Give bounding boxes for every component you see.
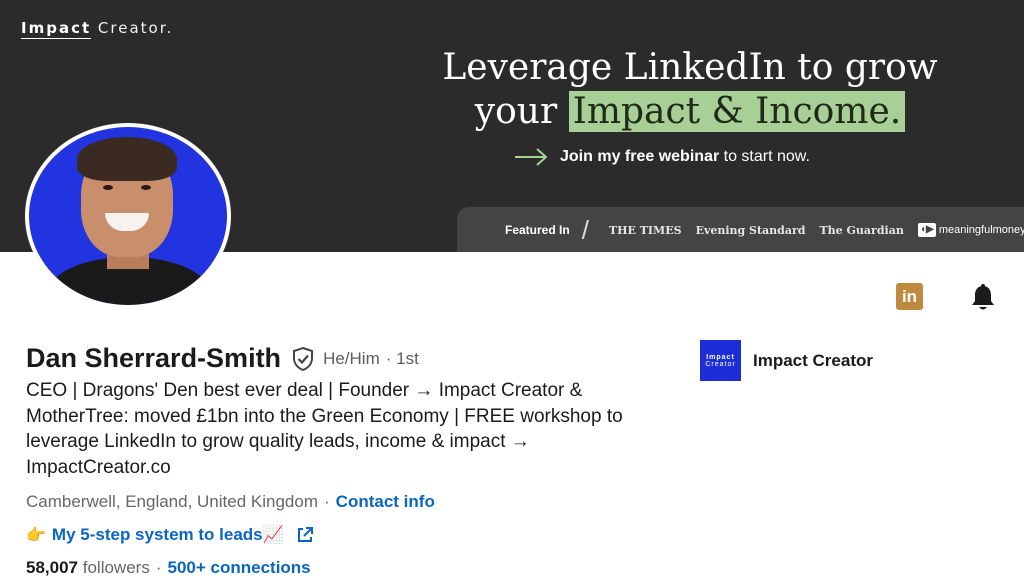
website-link[interactable]: My 5-step system to leads📈 xyxy=(52,525,284,545)
banner-headline-line1: Leverage LinkedIn to grow xyxy=(442,47,938,88)
banner-headline-prefix: your xyxy=(474,91,569,132)
linkedin-icon[interactable]: in xyxy=(896,283,923,310)
brand-logo-part2: Creator. xyxy=(91,19,174,37)
meaningfulmoney-icon: ◖▶ xyxy=(917,223,936,237)
banner-headline: Leverage LinkedIn to grow your Impact & … xyxy=(420,46,960,134)
company-logo-line2: Creator xyxy=(705,360,736,368)
company-entry[interactable]: Impact Creator Impact Creator xyxy=(700,340,873,381)
publication-meaningfulmoney-label: meaningfulmoney xyxy=(938,224,1024,236)
divider-slash: / xyxy=(581,214,589,245)
profile-location: Camberwell, England, United Kingdom xyxy=(26,492,318,511)
location-row: Camberwell, England, United Kingdom · Co… xyxy=(26,492,435,512)
avatar-eye-right xyxy=(141,185,151,190)
banner-cta-bold: Join my free webinar xyxy=(560,148,720,165)
website-row: 👉 My 5-step system to leads📈 xyxy=(26,525,314,545)
featured-label: Featured In xyxy=(505,223,570,237)
publication-times: THE TIMES xyxy=(608,223,682,237)
bell-icon[interactable] xyxy=(969,283,997,313)
company-logo-line1: Impact xyxy=(706,353,735,361)
name-row: Dan Sherrard-Smith He/Him · 1st xyxy=(26,343,419,374)
profile-name: Dan Sherrard-Smith xyxy=(26,343,282,373)
publication-meaningfulmoney: ◖▶ meaningfulmoney xyxy=(917,223,1024,237)
followers-stat[interactable]: 58,007 followers xyxy=(26,558,150,578)
avatar-hair xyxy=(77,137,177,181)
location-separator: · xyxy=(324,492,330,511)
banner-headline-highlight: Impact & Income. xyxy=(568,91,906,132)
featured-in-strip: Featured In / THE TIMES Evening Standard… xyxy=(457,207,1024,252)
avatar-photo xyxy=(29,127,227,305)
connection-degree: · 1st xyxy=(385,348,419,368)
company-logo: Impact Creator xyxy=(700,340,741,381)
brand-logo: Impact Creator. xyxy=(21,19,174,39)
verified-shield-icon[interactable] xyxy=(291,346,315,372)
publication-evening-standard: Evening Standard xyxy=(695,223,806,237)
followers-label: followers xyxy=(82,558,150,577)
company-name: Impact Creator xyxy=(753,350,873,370)
external-link-icon[interactable] xyxy=(296,526,314,544)
banner-cta: Join my free webinar to start now. xyxy=(514,147,810,167)
arrow-right-icon xyxy=(515,148,548,166)
stats-separator: · xyxy=(155,558,162,577)
brand-logo-part1: Impact xyxy=(21,19,92,39)
avatar[interactable] xyxy=(25,123,231,309)
pointing-hand-icon: 👉 xyxy=(26,527,46,544)
followers-count: 58,007 xyxy=(26,558,78,577)
banner-headline-line2: your Impact & Income. xyxy=(420,90,960,134)
profile-headline: CEO | Dragons' Den best ever deal | Foun… xyxy=(26,380,623,478)
stats-row: 58,007 followers · 500+ connections xyxy=(26,558,311,578)
pronouns: He/Him xyxy=(323,348,380,368)
avatar-eye-left xyxy=(103,185,113,190)
banner-cta-rest: to start now. xyxy=(719,148,810,165)
connections-link[interactable]: 500+ connections xyxy=(168,558,311,578)
publication-guardian: The Guardian xyxy=(819,223,904,237)
contact-info-link[interactable]: Contact info xyxy=(336,492,435,512)
